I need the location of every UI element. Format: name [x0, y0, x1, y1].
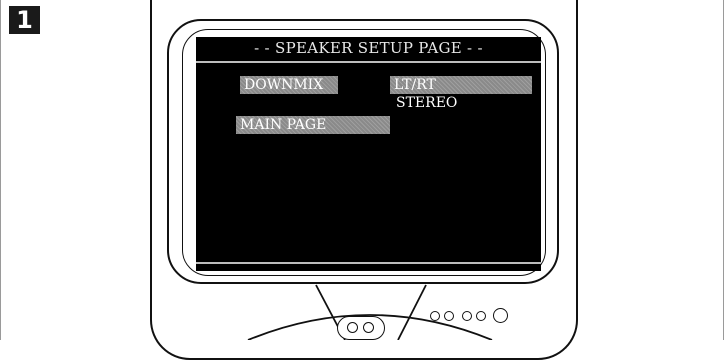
small-button-icon[interactable]: [444, 311, 454, 321]
power-button-icon[interactable]: [337, 316, 385, 340]
small-button-icon[interactable]: [347, 322, 358, 333]
small-button-icon[interactable]: [476, 311, 486, 321]
tv-stand-drawing: [247, 284, 493, 340]
small-button-icon[interactable]: [363, 322, 374, 333]
small-button-icon[interactable]: [462, 311, 472, 321]
large-button-icon[interactable]: [493, 308, 508, 323]
small-button-icon[interactable]: [430, 311, 440, 321]
